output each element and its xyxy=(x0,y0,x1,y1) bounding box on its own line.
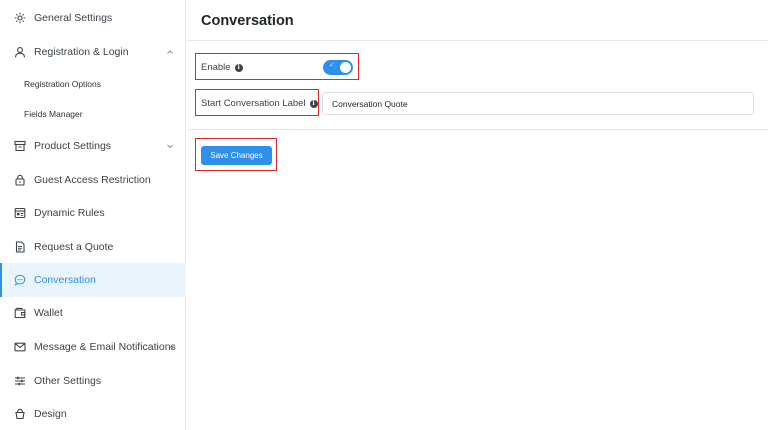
chevron-down-icon[interactable] xyxy=(168,343,176,351)
sidebar-item-design[interactable]: Design xyxy=(0,398,186,430)
sidebar-subitem-label: Fields Manager xyxy=(24,109,83,119)
sidebar-item-label: Conversation xyxy=(34,274,96,286)
toggle-knob xyxy=(340,62,351,73)
save-changes-button[interactable]: Save Changes xyxy=(201,146,272,165)
sidebar-subitem-label: Registration Options xyxy=(24,79,102,89)
enable-label-text: Enable xyxy=(201,62,231,73)
sidebar-item-registration-login[interactable]: Registration & Login xyxy=(0,36,186,68)
sidebar-item-product-settings[interactable]: Product Settings xyxy=(0,130,186,162)
sidebar-item-general-settings[interactable]: General Settings xyxy=(0,2,186,34)
start-conversation-label-input[interactable] xyxy=(322,92,754,115)
divider xyxy=(187,129,768,130)
sidebar-item-guest-access-restriction[interactable]: Guest Access Restriction xyxy=(0,164,186,196)
sidebar-item-wallet[interactable]: Wallet xyxy=(0,297,186,329)
sidebar-item-label: Design xyxy=(34,408,67,420)
check-icon: ✓ xyxy=(329,61,335,69)
sidebar-item-label: Other Settings xyxy=(34,375,102,387)
envelope-icon xyxy=(13,340,27,354)
sidebar-item-request-a-quote[interactable]: Request a Quote xyxy=(0,231,186,263)
lock-icon xyxy=(13,173,27,187)
sliders-icon xyxy=(13,374,27,388)
sidebar-item-label: Guest Access Restriction xyxy=(34,174,151,186)
sidebar-subitem-registration-options[interactable]: Registration Options xyxy=(0,70,186,98)
sidebar-item-label: Request a Quote xyxy=(34,241,114,253)
sidebar: General Settings Registration & Login Re… xyxy=(0,0,186,430)
design-icon xyxy=(13,407,27,421)
archive-box-icon xyxy=(13,139,27,153)
sidebar-item-message-email-notifications[interactable]: Message & Email Notifications xyxy=(0,331,186,363)
document-icon xyxy=(13,240,27,254)
sidebar-item-dynamic-rules[interactable]: Dynamic Rules xyxy=(0,197,186,229)
enable-toggle[interactable]: ✓ xyxy=(323,60,353,75)
main-content: Conversation Enable i ✓ Start Conversati… xyxy=(187,0,768,430)
start-conversation-label: Start Conversation Label i xyxy=(201,98,318,109)
divider xyxy=(187,40,768,41)
sidebar-item-label: Message & Email Notifications xyxy=(34,341,176,353)
sidebar-item-label: Wallet xyxy=(34,307,63,319)
start-conversation-label-text: Start Conversation Label xyxy=(201,98,306,109)
sidebar-item-conversation[interactable]: Conversation xyxy=(0,263,186,297)
page-title: Conversation xyxy=(201,13,294,29)
sidebar-item-other-settings[interactable]: Other Settings xyxy=(0,365,186,397)
gear-icon xyxy=(13,11,27,25)
enable-label: Enable i xyxy=(201,62,243,73)
info-icon[interactable]: i xyxy=(309,99,318,108)
sidebar-item-label: General Settings xyxy=(34,12,113,24)
user-icon xyxy=(13,45,27,59)
info-icon[interactable]: i xyxy=(234,63,243,72)
chevron-down-icon[interactable] xyxy=(166,142,174,150)
sidebar-item-label: Product Settings xyxy=(34,140,112,152)
sidebar-item-label: Dynamic Rules xyxy=(34,207,105,219)
chat-bubble-icon xyxy=(13,273,27,287)
rules-calendar-icon xyxy=(13,206,27,220)
sidebar-subitem-fields-manager[interactable]: Fields Manager xyxy=(0,100,186,128)
wallet-icon xyxy=(13,306,27,320)
sidebar-item-label: Registration & Login xyxy=(34,46,129,58)
chevron-up-icon[interactable] xyxy=(166,48,174,56)
